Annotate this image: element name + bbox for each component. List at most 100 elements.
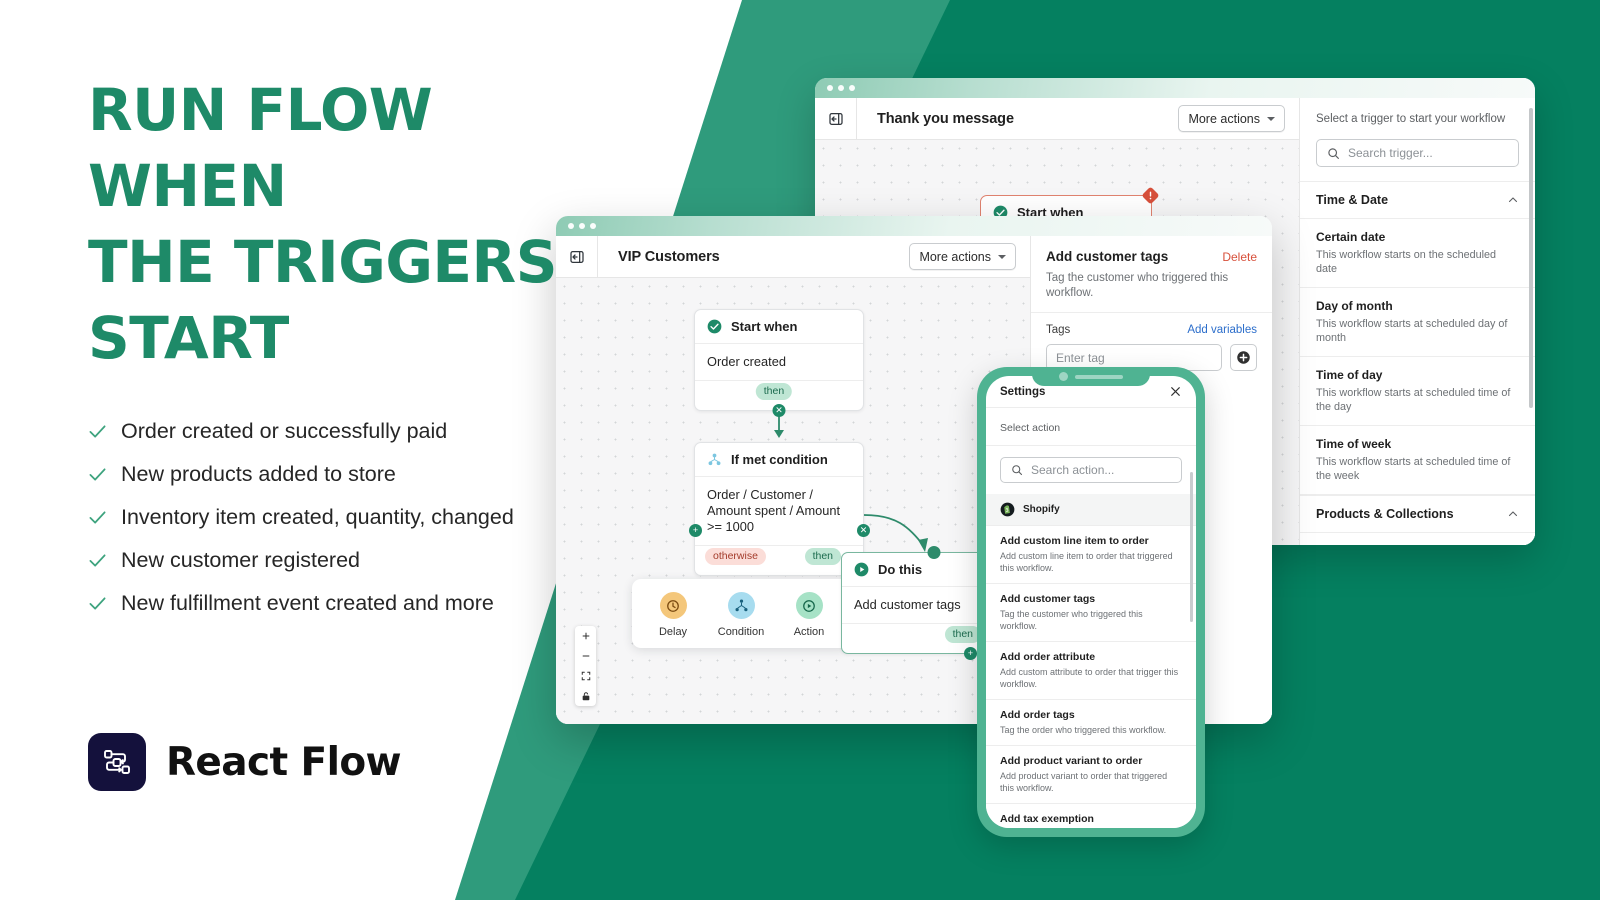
phone-group-shopify: Shopify <box>986 494 1196 526</box>
more-actions-button[interactable]: More actions <box>909 243 1016 270</box>
delete-button[interactable]: Delete <box>1222 250 1257 264</box>
then-pill: then <box>755 383 793 400</box>
trigger-name: Time of day <box>1316 368 1383 382</box>
sidebar-scrollbar[interactable] <box>1529 108 1533 408</box>
list-item[interactable]: Add tax exemption Add tax exemption for … <box>986 804 1196 828</box>
condition-branch-icon <box>708 453 721 466</box>
action-name: Add product variant to order <box>1000 755 1143 767</box>
panel-title: Add customer tags <box>1046 249 1169 264</box>
node-body: Order created <box>695 344 863 380</box>
palette-item-action[interactable]: Action <box>784 592 834 638</box>
trigger-name: Day of month <box>1316 299 1393 313</box>
trigger-item-time-of-week[interactable]: Time of week This workflow starts at sch… <box>1300 426 1535 495</box>
window-dot[interactable] <box>827 85 833 91</box>
thankyou-toolbar: Thank you message More actions <box>815 97 1299 140</box>
node-title: If met condition <box>731 452 828 467</box>
trigger-desc: This workflow starts at scheduled day of… <box>1316 318 1508 344</box>
fit-view-icon[interactable] <box>575 666 596 686</box>
group-title: Time & Date <box>1316 193 1389 207</box>
list-item[interactable]: Add custom line item to order Add custom… <box>986 526 1196 584</box>
trigger-item-collection-created[interactable]: Collection created This workflow starts … <box>1300 533 1535 545</box>
headline-line-3: START <box>88 304 289 372</box>
node-body-text: Order created <box>707 354 786 369</box>
shopify-icon <box>1000 502 1015 517</box>
mobile-settings-phone: Settings Select action Search action... … <box>977 367 1205 837</box>
node-body: Order / Customer / Amount spent / Amount… <box>695 477 863 545</box>
trigger-name: Time of week <box>1316 437 1392 451</box>
brand-logo: React Flow <box>88 733 402 791</box>
trigger-item-certain-date[interactable]: Certain date This workflow starts on the… <box>1300 219 1535 288</box>
panel-header: Add customer tags Delete Tag the custome… <box>1031 236 1272 313</box>
phone-action-list[interactable]: Add custom line item to order Add custom… <box>986 526 1196 828</box>
list-item[interactable]: Add customer tags Tag the customer who t… <box>986 584 1196 642</box>
trigger-item-day-of-month[interactable]: Day of month This workflow starts at sch… <box>1300 288 1535 357</box>
window-title: Thank you message <box>877 110 1014 127</box>
trigger-desc: This workflow starts at scheduled time o… <box>1316 456 1511 482</box>
lock-icon[interactable] <box>575 686 596 706</box>
list-item[interactable]: Add order tags Tag the order who trigger… <box>986 700 1196 746</box>
target-handle-icon[interactable] <box>927 546 940 559</box>
window-dot[interactable] <box>849 85 855 91</box>
check-icon <box>89 424 106 438</box>
node-title: Do this <box>878 562 923 577</box>
list-item: Order created or successfully paid <box>88 418 648 444</box>
page-title: RUN FLOW WHEN THE TRIGGERS START <box>88 72 648 376</box>
trigger-desc: This workflow starts on the scheduled da… <box>1316 249 1497 275</box>
list-item: New fulfillment event created and more <box>88 590 648 616</box>
play-icon <box>795 592 823 619</box>
trigger-group-header-time-date[interactable]: Time & Date <box>1300 181 1535 219</box>
node-footer: otherwise then <box>695 545 863 575</box>
more-actions-label: More actions <box>1188 111 1260 126</box>
zoom-controls[interactable] <box>575 626 596 706</box>
trigger-name: Collection created <box>1316 544 1519 545</box>
headline-line-1: RUN FLOW WHEN <box>88 76 433 220</box>
more-actions-button[interactable]: More actions <box>1178 105 1285 132</box>
node-body-text: Add customer tags <box>854 597 961 612</box>
plus-handle-icon[interactable]: + <box>689 524 702 537</box>
plus-circle-icon[interactable] <box>1230 344 1257 371</box>
if-met-condition-node[interactable]: If met condition Order / Customer / Amou… <box>689 442 870 576</box>
list-item: New products added to store <box>88 461 648 487</box>
action-desc: Add custom attribute to order that trigg… <box>1000 667 1179 689</box>
list-item[interactable]: Add order attribute Add custom attribute… <box>986 642 1196 700</box>
node-palette[interactable]: Delay Condition Action <box>632 579 850 648</box>
list-item: Inventory item created, quantity, change… <box>88 504 648 530</box>
phone-search-wrap: Search action... <box>986 446 1196 494</box>
zoom-out-icon[interactable] <box>575 646 596 666</box>
otherwise-pill: otherwise <box>705 548 766 565</box>
phone-scrollbar[interactable] <box>1190 472 1193 622</box>
palette-item-delay[interactable]: Delay <box>648 592 698 638</box>
action-name: Add order tags <box>1000 709 1075 721</box>
start-when-node[interactable]: Start when Order created then ✕ <box>694 309 864 417</box>
add-variables-link[interactable]: Add variables <box>1187 324 1257 336</box>
close-handle-icon[interactable]: ✕ <box>772 404 786 417</box>
check-icon <box>89 467 106 481</box>
list-item-label: New fulfillment event created and more <box>121 591 494 615</box>
hero-section: RUN FLOW WHEN THE TRIGGERS START Order c… <box>88 72 648 633</box>
group-title: Products & Collections <box>1316 507 1454 521</box>
trigger-search-wrap: Search trigger... <box>1300 139 1535 181</box>
action-desc: Add custom line item to order that trigg… <box>1000 551 1173 573</box>
palette-label: Condition <box>717 626 765 638</box>
then-pill: then <box>804 548 841 565</box>
palette-item-condition[interactable]: Condition <box>716 592 766 638</box>
back-arrow-icon[interactable] <box>815 97 857 140</box>
trigger-item-time-of-day[interactable]: Time of day This workflow starts at sche… <box>1300 357 1535 426</box>
window-dot[interactable] <box>838 85 844 91</box>
action-desc: Add product variant to order that trigge… <box>1000 771 1168 793</box>
trigger-group-header-products-collections[interactable]: Products & Collections <box>1300 495 1535 533</box>
search-trigger-input[interactable]: Search trigger... <box>1316 139 1519 167</box>
plus-handle-icon[interactable]: + <box>964 647 977 660</box>
phone-speaker-icon <box>1075 374 1123 379</box>
search-trigger-placeholder: Search trigger... <box>1348 146 1433 160</box>
list-item[interactable]: Add product variant to order Add product… <box>986 746 1196 804</box>
list-item: New customer registered <box>88 547 648 573</box>
close-icon[interactable] <box>1169 385 1182 398</box>
search-action-input[interactable]: Search action... <box>1000 457 1182 483</box>
search-action-placeholder: Search action... <box>1031 463 1115 477</box>
trigger-desc: This workflow starts at scheduled time o… <box>1316 387 1511 413</box>
node-body-text: Order / Customer / Amount spent / Amount… <box>707 487 841 534</box>
node-header: Start when <box>695 310 863 344</box>
close-handle-icon[interactable]: ✕ <box>857 524 870 537</box>
chevron-up-icon <box>1508 511 1518 517</box>
